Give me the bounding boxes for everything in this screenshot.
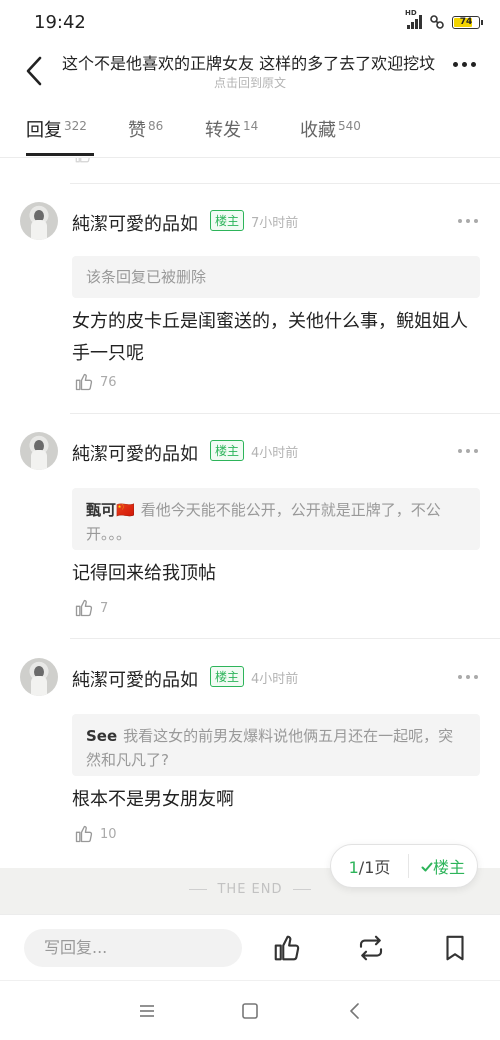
previous-reply-stub (70, 158, 500, 184)
tab-likes[interactable]: 赞 86 (128, 116, 163, 142)
reply-body: 根本不是男女朋友啊 (72, 784, 482, 816)
tab-favorites[interactable]: 收藏 540 (300, 116, 361, 142)
reply-time: 7小时前 (251, 216, 299, 231)
reply-more-icon[interactable] (458, 675, 478, 679)
like-button[interactable]: 10 (74, 824, 117, 844)
status-bar: 19:42 HD 74 (0, 0, 500, 46)
op-filter-label: 楼主 (432, 858, 465, 877)
more-icon[interactable] (453, 62, 476, 67)
tab-replies[interactable]: 回复 322 (26, 116, 94, 156)
network-type: HD (405, 9, 417, 17)
quoted-reply[interactable]: See 我看这女的前男友爆料说他俩五月还在一起呢，突然和凡凡了? (72, 714, 480, 776)
like-count: 10 (100, 826, 117, 842)
reply-more-icon[interactable] (458, 219, 478, 223)
reply-body: 记得回来给我顶帖 (72, 558, 482, 590)
title-bar: 这个不是他喜欢的正牌女友 这样的多了去了欢迎挖坟 点击回到原文 (0, 46, 500, 98)
op-badge: 楼主 (210, 440, 245, 461)
quote-text: 看他今天能不能公开，公开就是正牌了，不公开。。。 (86, 501, 441, 543)
page-title[interactable]: 这个不是他喜欢的正牌女友 这样的多了去了欢迎挖坟 (62, 50, 442, 74)
like-button[interactable]: 7 (74, 598, 108, 618)
tab-label: 转发 (205, 120, 241, 141)
reply-list[interactable]: 純潔可愛的品如 楼主 7小时前 该条回复已被删除 女方的皮卡丘是闺蜜送的，关他什… (0, 158, 500, 868)
username[interactable]: 純潔可愛的品如 (72, 210, 198, 236)
tab-count: 540 (338, 119, 361, 133)
back-arrow-icon[interactable] (20, 54, 48, 88)
op-only-filter[interactable]: 楼主 (409, 854, 477, 878)
reply-body-line: 女方的皮卡丘是闺蜜送的，关他什么事，鲵姐姐人 (72, 311, 468, 332)
reply-body: 女方的皮卡丘是闺蜜送的，关他什么事，鲵姐姐人 手一只呢 (72, 306, 482, 370)
op-badge: 楼主 (210, 210, 245, 231)
tab-count: 322 (64, 119, 87, 133)
signal-icon: HD (405, 9, 422, 29)
reply-body-line: 手一只呢 (72, 343, 144, 364)
reply-item[interactable]: 純潔可愛的品如 楼主 4小时前 See 我看这女的前男友爆料说他俩五月还在一起呢，… (0, 640, 500, 868)
system-nav-bar (0, 980, 500, 1040)
op-badge: 楼主 (210, 666, 245, 687)
reply-body-line: 根本不是男女朋友啊 (72, 789, 234, 810)
quoted-reply[interactable]: 该条回复已被删除 (72, 256, 480, 298)
end-label: THE END (217, 882, 283, 897)
like-button[interactable]: 76 (74, 372, 117, 392)
avatar[interactable] (20, 202, 58, 240)
tab-reposts[interactable]: 转发 14 (205, 116, 258, 142)
battery-icon: 74 (452, 15, 483, 29)
tab-count: 86 (148, 119, 164, 133)
home-icon[interactable] (240, 1001, 260, 1021)
status-icons: HD 74 (405, 9, 483, 30)
repost-icon[interactable] (356, 933, 386, 963)
like-icon (75, 599, 93, 617)
like-icon (75, 825, 93, 843)
quote-text: 我看这女的前男友爆料说他俩五月还在一起呢，突然和凡凡了? (86, 727, 454, 769)
page-total: /1页 (358, 858, 391, 877)
bottom-action-bar: 写回复... (0, 914, 500, 980)
reply-time: 4小时前 (251, 446, 299, 461)
current-page: 1 (348, 858, 359, 877)
avatar[interactable] (20, 432, 58, 470)
quote-author[interactable]: 甄可🇨🇳 (86, 501, 135, 519)
reply-item[interactable]: 純潔可愛的品如 楼主 7小时前 该条回复已被删除 女方的皮卡丘是闺蜜送的，关他什… (0, 184, 500, 414)
like-icon[interactable] (272, 933, 302, 963)
like-count: 7 (100, 600, 109, 616)
active-tab-indicator (26, 153, 94, 156)
username[interactable]: 純潔可愛的品如 (72, 666, 198, 692)
tab-count: 14 (243, 119, 259, 133)
menu-icon[interactable] (137, 1001, 157, 1021)
tab-label: 收藏 (300, 120, 336, 141)
like-icon (75, 158, 90, 163)
quoted-reply[interactable]: 甄可🇨🇳 看他今天能不能公开，公开就是正牌了，不公开。。。 (72, 488, 480, 550)
back-nav-icon[interactable] (345, 1001, 365, 1021)
reply-body-line: 记得回来给我顶帖 (72, 563, 216, 584)
quote-author[interactable]: See (86, 727, 117, 745)
page-indicator[interactable]: 1/1页 (331, 854, 409, 878)
like-icon (75, 373, 93, 391)
username[interactable]: 純潔可愛的品如 (72, 440, 198, 466)
bookmark-icon[interactable] (440, 933, 470, 963)
like-count: 76 (100, 374, 117, 390)
check-icon (421, 862, 433, 872)
divider (70, 638, 500, 639)
quote-text: 该条回复已被删除 (86, 268, 207, 286)
tab-label: 赞 (128, 120, 146, 141)
reply-item[interactable]: 純潔可愛的品如 楼主 4小时前 甄可🇨🇳 看他今天能不能公开，公开就是正牌了，不公… (0, 414, 500, 640)
reply-input[interactable]: 写回复... (24, 929, 242, 967)
reply-more-icon[interactable] (458, 449, 478, 453)
hotspot-icon (430, 15, 444, 29)
tab-label: 回复 (26, 120, 62, 141)
pager-widget[interactable]: 1/1页 楼主 (330, 844, 478, 888)
avatar[interactable] (20, 658, 58, 696)
tab-bar: 回复 322 赞 86 转发 14 收藏 540 (0, 106, 500, 158)
battery-level: 74 (459, 17, 473, 27)
reply-time: 4小时前 (251, 672, 299, 687)
status-time: 19:42 (34, 12, 86, 33)
back-to-original-link[interactable]: 点击回到原文 (62, 74, 438, 91)
